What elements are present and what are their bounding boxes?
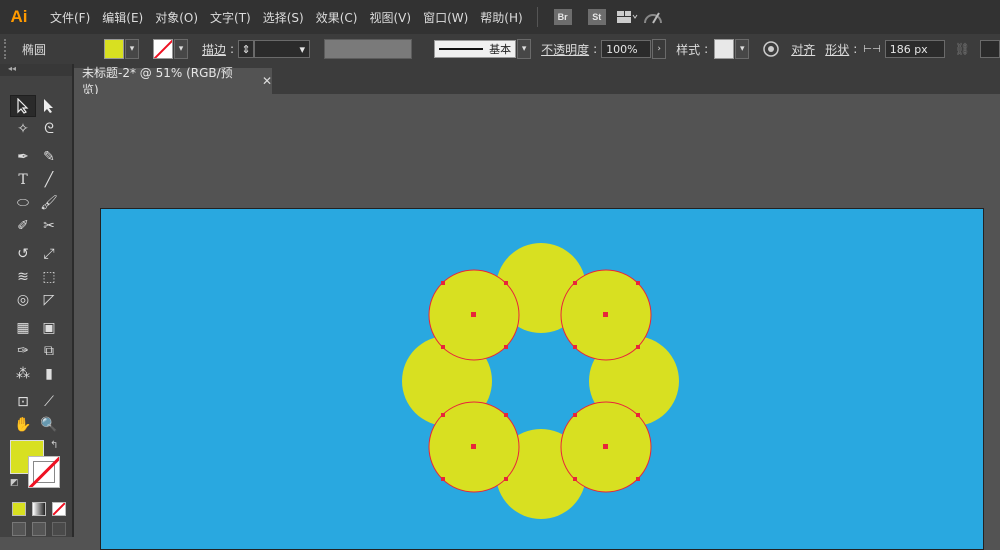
selected-circle-top-left[interactable]: [428, 269, 520, 361]
selected-circle-bottom-left[interactable]: [428, 401, 520, 493]
artwork[interactable]: [0, 0, 1000, 537]
selected-circle-top-right[interactable]: [560, 269, 652, 361]
selected-circle-bottom-right[interactable]: [560, 401, 652, 493]
